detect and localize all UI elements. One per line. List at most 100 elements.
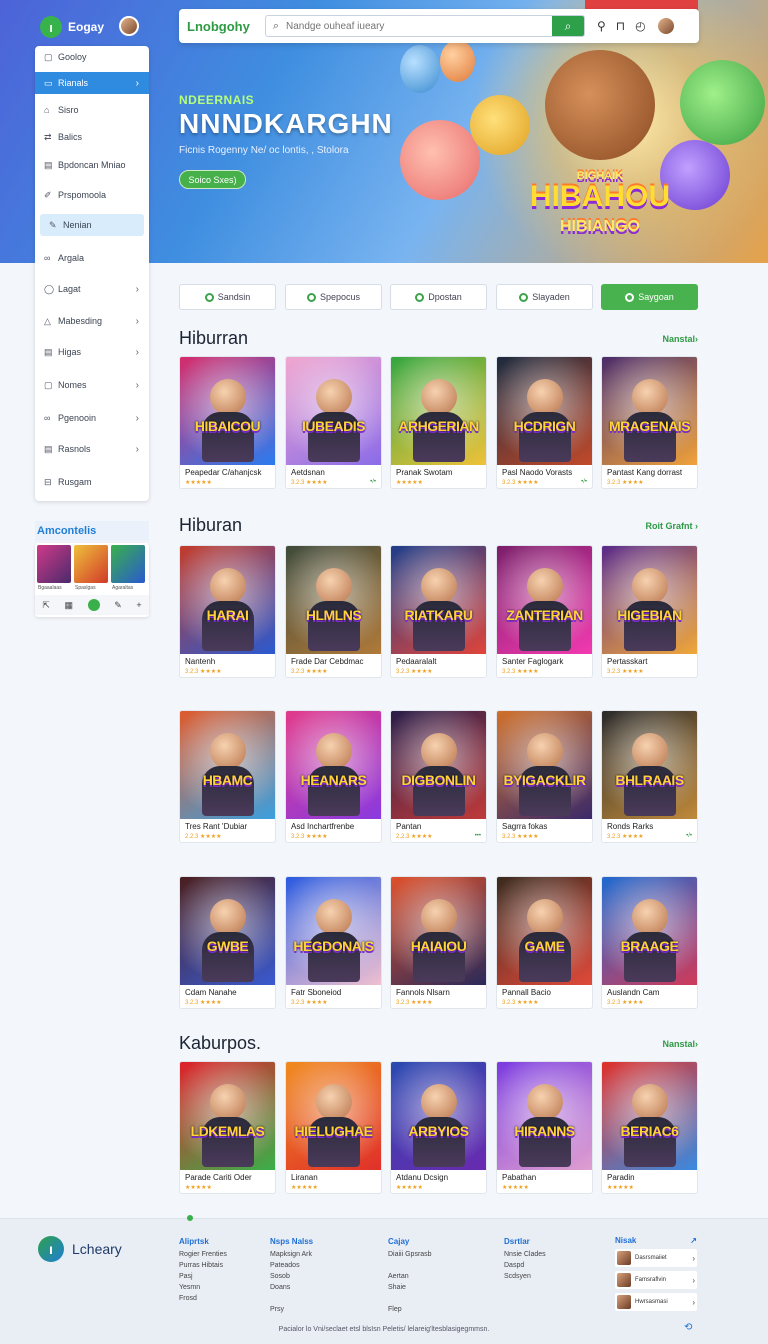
footer-link[interactable]: Daspd [504, 1260, 546, 1271]
scroll-top-icon[interactable]: ⟲ [684, 1322, 692, 1333]
footer-link[interactable]: Nnsie Clades [504, 1249, 546, 1260]
pin-icon[interactable]: ⚲ [597, 19, 606, 33]
game-card[interactable]: GAME Pannall Bacio 3.2.3 ★★★★ [496, 876, 593, 1009]
game-thumbnail[interactable]: BYIGACKLIR [497, 711, 592, 819]
tab-slayaden[interactable]: Slayaden [496, 284, 593, 310]
news-item[interactable]: Hwrsasmasi › [615, 1293, 697, 1311]
game-card[interactable]: HARAI Nantenh 3.2.3 ★★★★ [179, 545, 276, 678]
more-icon[interactable]: •/• [370, 479, 376, 488]
section-view-all-link[interactable]: Roit Grafnt › [598, 521, 699, 531]
more-icon[interactable]: •/• [686, 833, 692, 842]
sidebar-item-prspomoola[interactable]: ✐ Prspomoola [35, 184, 149, 206]
search-input[interactable] [286, 20, 552, 32]
game-card[interactable]: BHLRAAIS Ronds Rarks 3.2.3 ★★★★ •/• [601, 710, 698, 843]
clock-icon[interactable]: ◴ [635, 19, 645, 33]
game-card[interactable]: RIATKARU Pedaaralalt 3.2.3 ★★★★ [390, 545, 487, 678]
footer-link[interactable]: Yesmn [179, 1282, 227, 1293]
game-card[interactable]: HLMLNS Frade Dar Cebdmac 3.2.3 ★★★★ [285, 545, 382, 678]
section-view-all-link[interactable]: Nanstal› [598, 1039, 698, 1049]
widget-thumb[interactable] [74, 545, 108, 583]
game-thumbnail[interactable]: GAME [497, 877, 592, 985]
game-thumbnail[interactable]: HARAI [180, 546, 275, 654]
footer-link[interactable]: Rogier Frenties [179, 1249, 227, 1260]
sidebar-item-rasnols[interactable]: ▤ Rasnols › [35, 438, 149, 460]
news-item[interactable]: Dasrsmaiiet › [615, 1249, 697, 1267]
footer-link[interactable]: Flep [388, 1304, 432, 1315]
footer-link[interactable]: Frosd [179, 1293, 227, 1304]
game-thumbnail[interactable]: ARHGERIAN [391, 357, 486, 465]
site-name[interactable]: Lnobgohy [187, 19, 265, 34]
game-thumbnail[interactable]: ZANTERIAN [497, 546, 592, 654]
sidebar-item-rianals[interactable]: ▭ Rianals › [35, 72, 149, 94]
game-card[interactable]: HIGEBIAN Pertasskart 3.2.3 ★★★★ [601, 545, 698, 678]
game-thumbnail[interactable]: HIGEBIAN [602, 546, 697, 654]
game-card[interactable]: BYIGACKLIR Sagrra fokas 3.2.3 ★★★★ [496, 710, 593, 843]
game-thumbnail[interactable]: BHLRAAIS [602, 711, 697, 819]
plus-icon[interactable]: + [136, 600, 141, 610]
more-icon[interactable]: ••• [475, 833, 481, 842]
game-card[interactable]: HIBAICOU Peapedar C/ahanjcsk ★★★★★ [179, 356, 276, 489]
game-card[interactable]: HIRANNS Pabathan ★★★★★ [496, 1061, 593, 1194]
footer-link[interactable]: Pateados [270, 1260, 313, 1271]
game-thumbnail[interactable]: DIGBONLIN [391, 711, 486, 819]
game-thumbnail[interactable]: ARBYIOS [391, 1062, 486, 1170]
game-card[interactable]: ARBYIOS Atdanu Dcsign ★★★★★ [390, 1061, 487, 1194]
footer-brand[interactable]: ı Lcheary [38, 1236, 122, 1262]
news-item[interactable]: Famsraflvin › [615, 1271, 697, 1289]
widget-thumb[interactable] [37, 545, 71, 583]
bag-icon[interactable]: ⊓ [616, 19, 625, 33]
sidebar-item-lagat[interactable]: ◯ Lagat › [35, 278, 149, 300]
game-card[interactable]: HCDRIGN Pasl Naodo Vorasts 3.2.3 ★★★★ •/• [496, 356, 593, 489]
game-thumbnail[interactable]: BRAAGE [602, 877, 697, 985]
game-card[interactable]: HAIAIOU Fannols Nlsarn 3.2.3 ★★★★ [390, 876, 487, 1009]
game-thumbnail[interactable]: HIRANNS [497, 1062, 592, 1170]
sidebar-avatar[interactable] [119, 16, 139, 36]
game-thumbnail[interactable]: RIATKARU [391, 546, 486, 654]
game-card[interactable]: ARHGERIAN Pranak Swotam ★★★★★ [390, 356, 487, 489]
game-card[interactable]: DIGBONLIN Pantan 2.2.3 ★★★★ ••• [390, 710, 487, 843]
game-thumbnail[interactable]: HBAMC [180, 711, 275, 819]
sidebar-item-nomes[interactable]: ▢ Nomes › [35, 374, 149, 396]
game-card[interactable]: BRAAGE Auslandn Cam 3.2.3 ★★★★ [601, 876, 698, 1009]
user-avatar[interactable] [655, 16, 676, 36]
game-card[interactable]: MRAGENAIS Pantast Kang dorrast 3.2.3 ★★★★ [601, 356, 698, 489]
pen-icon[interactable]: ✎ [114, 600, 122, 611]
game-thumbnail[interactable]: HIBAICOU [180, 357, 275, 465]
footer-link[interactable]: Scdsyen [504, 1271, 546, 1282]
footer-link[interactable]: Prsy [270, 1304, 313, 1315]
tab-spepocus[interactable]: Spepocus [285, 284, 382, 310]
game-card[interactable]: IUBEADIS Aetdsnan 3.2.3 ★★★★ •/• [285, 356, 382, 489]
game-card[interactable]: HIELUGHAE Liranan ★★★★★ [285, 1061, 382, 1194]
sidebar-item-nenian[interactable]: ✎ Nenian [40, 214, 144, 236]
pointer-icon[interactable]: ⇱ [42, 600, 50, 611]
play-icon[interactable] [87, 599, 100, 611]
sidebar-item-bpdoncan-mniao[interactable]: ▤ Bpdoncan Mniao [35, 154, 149, 176]
sidebar-item-gooloy[interactable]: ▢ Gooloy [35, 46, 149, 68]
brand[interactable]: ı Eogay [40, 16, 104, 38]
sidebar-item-pgenooin[interactable]: ∞ Pgenooin › [35, 407, 149, 429]
footer-link[interactable]: Sosob [270, 1271, 313, 1282]
game-card[interactable]: ZANTERIAN Santer Faglogark 3.2.3 ★★★★ [496, 545, 593, 678]
section-view-all-link[interactable]: Nanstal› [598, 334, 698, 344]
game-card[interactable]: LDKEMLAS Parade Cariti Oder ★★★★★ [179, 1061, 276, 1194]
game-card[interactable]: HBAMC Tres Rant 'Dubiar 2.2.3 ★★★★ [179, 710, 276, 843]
game-card[interactable]: HEANARS Asd Inchartfrenbe 3.2.3 ★★★★ [285, 710, 382, 843]
game-card[interactable]: HEGDONAIS Fatr Sboneiod 3.2.3 ★★★★ [285, 876, 382, 1009]
sidebar-item-balics[interactable]: ⇄ Balics [35, 126, 149, 148]
game-thumbnail[interactable]: HLMLNS [286, 546, 381, 654]
tab-dpostan[interactable]: Dpostan [390, 284, 487, 310]
footer-link[interactable]: Pasj [179, 1271, 227, 1282]
tab-sandsin[interactable]: Sandsin [179, 284, 276, 310]
sidebar-item-higas[interactable]: ▤ Higas › [35, 341, 149, 363]
footer-link[interactable]: Aertan [388, 1271, 432, 1282]
footer-link[interactable]: Doans [270, 1282, 313, 1293]
game-thumbnail[interactable]: HEGDONAIS [286, 877, 381, 985]
hero-cta-button[interactable]: Soico Sxes) [179, 170, 246, 189]
sidebar-item-mabesding[interactable]: △ Mabesding › [35, 310, 149, 332]
search-button[interactable]: ⌕ [552, 16, 584, 36]
game-thumbnail[interactable]: GWBE [180, 877, 275, 985]
footer-link[interactable]: Purras Hibtais [179, 1260, 227, 1271]
tab-saygoan[interactable]: Saygoan [601, 284, 698, 310]
grid-icon[interactable]: ▦ [64, 600, 73, 611]
game-thumbnail[interactable]: MRAGENAIS [602, 357, 697, 465]
